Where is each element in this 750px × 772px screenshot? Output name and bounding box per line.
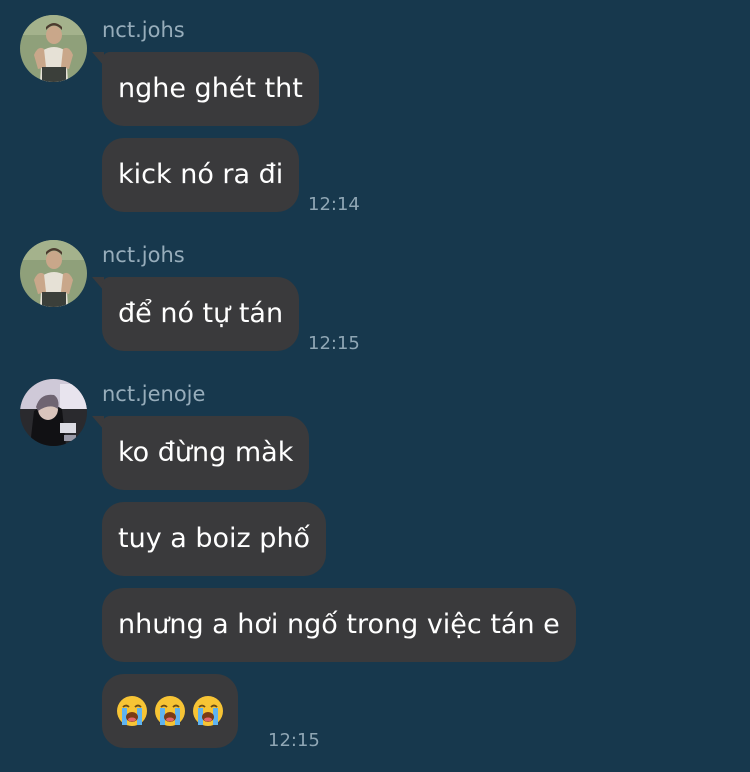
avatar-jenoje[interactable] <box>20 379 87 446</box>
avatar-jenoje-icon <box>20 379 87 446</box>
emoji-message-bubble[interactable] <box>102 674 238 748</box>
loudly-crying-face-icon <box>193 696 223 726</box>
chat-thread: nct.johs nghe ghét tht kick nó ra đi 12:… <box>0 0 750 772</box>
loudly-crying-face-icon <box>155 696 185 726</box>
sender-name: nct.jenoje <box>102 382 206 406</box>
message-bubble[interactable]: tuy a boiz phố <box>102 502 327 576</box>
message-bubble[interactable]: nhưng a hơi ngố trong việc tán e <box>102 588 576 662</box>
emoji-row <box>116 674 224 748</box>
loudly-crying-face-icon <box>117 696 147 726</box>
message-bubble[interactable]: ko đừng màk <box>102 416 310 490</box>
message-group-jenoje: nct.jenoje ko đừng màk tuy a boiz phố nh… <box>0 0 750 772</box>
message-timestamp: 12:15 <box>268 730 320 751</box>
message-text: nhưng a hơi ngố trong việc tán e <box>118 609 560 640</box>
message-text: tuy a boiz phố <box>118 523 311 554</box>
message-text: ko đừng màk <box>118 437 294 468</box>
